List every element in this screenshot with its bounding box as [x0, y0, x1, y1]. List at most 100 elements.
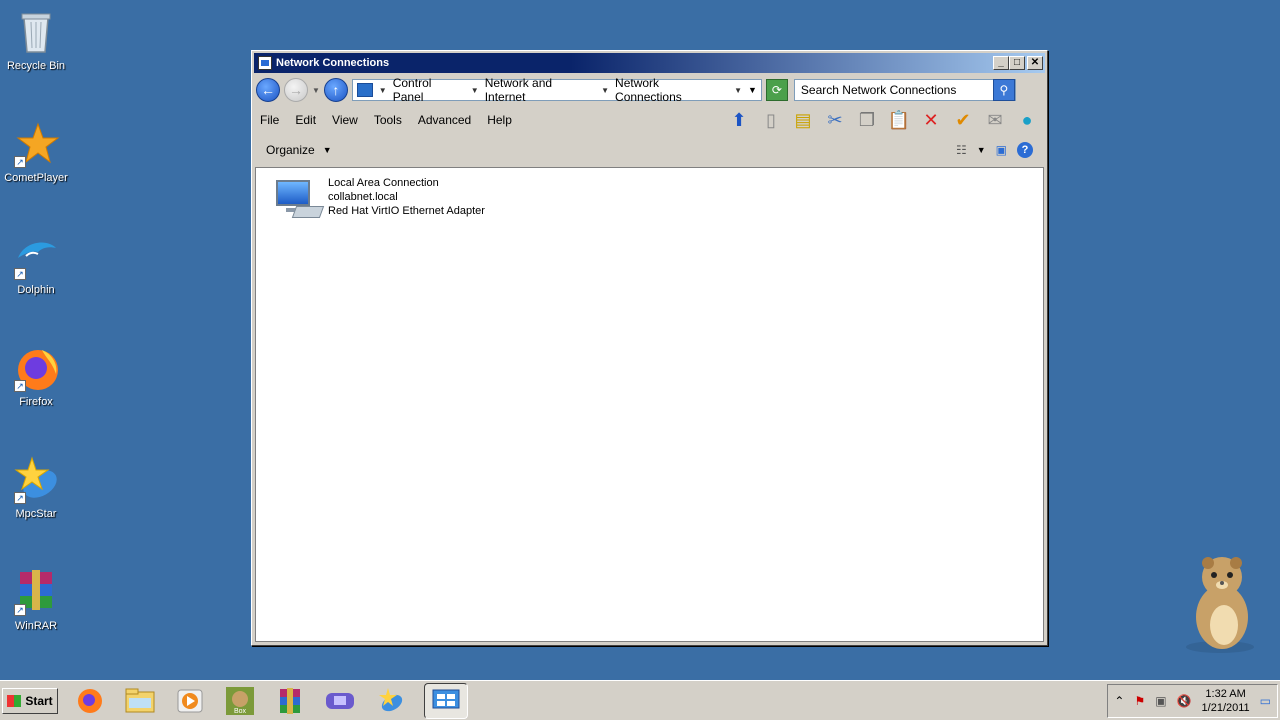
- network-status-icon[interactable]: ▣: [1155, 694, 1166, 708]
- globe-icon[interactable]: ●: [1015, 108, 1039, 132]
- menu-tools[interactable]: Tools: [374, 113, 402, 127]
- menu-advanced[interactable]: Advanced: [418, 113, 471, 127]
- dolphin-icon: ↗: [12, 232, 60, 280]
- back-button[interactable]: ←: [256, 78, 280, 102]
- volume-muted-icon[interactable]: 🔇: [1177, 694, 1192, 708]
- recycle-bin-icon: [12, 8, 60, 56]
- desktop-icon-label: WinRAR: [14, 620, 58, 632]
- menu-edit[interactable]: Edit: [295, 113, 316, 127]
- properties-check-icon[interactable]: ✔: [951, 108, 975, 132]
- connection-name: Local Area Connection: [328, 177, 439, 189]
- network-adapter-icon: [274, 176, 326, 224]
- menu-file[interactable]: File: [260, 113, 279, 127]
- control-panel-icon: [356, 83, 373, 97]
- winrar-icon: ↗: [12, 568, 60, 616]
- chevron-down-icon[interactable]: ▼: [379, 86, 387, 95]
- change-view-icon[interactable]: ☷: [956, 143, 967, 157]
- desktop-icon-label: MpcStar: [15, 508, 57, 520]
- organize-button[interactable]: Organize: [266, 143, 315, 157]
- maximize-button[interactable]: □: [1009, 56, 1025, 70]
- address-dropdown[interactable]: ▼: [748, 85, 757, 95]
- chevron-down-icon[interactable]: ▼: [601, 86, 609, 95]
- clock-time: 1:32 AM: [1205, 687, 1246, 700]
- menu-bar: File Edit View Tools Advanced Help ⬆ ▯ ▤…: [252, 105, 1047, 135]
- menu-help[interactable]: Help: [487, 113, 512, 127]
- desktop-icon-mpcstar[interactable]: ↗ MpcStar: [0, 456, 72, 520]
- show-hidden-icons-icon[interactable]: ⌃: [1114, 694, 1124, 708]
- desktop-icon-label: CometPlayer: [4, 172, 68, 184]
- start-button[interactable]: Start: [2, 687, 58, 714]
- folders-pane-icon[interactable]: ▯: [759, 108, 783, 132]
- desktop-icon-label: Recycle Bin: [6, 60, 66, 72]
- shortcut-arrow-icon: ↗: [14, 492, 26, 504]
- mpcstar-icon: ↗: [12, 456, 60, 504]
- search-placeholder: Search Network Connections: [800, 83, 957, 97]
- shortcut-arrow-icon: ↗: [14, 380, 26, 392]
- network-connections-taskbar-button[interactable]: [424, 682, 468, 719]
- breadcrumb-network-connections[interactable]: Network Connections: [615, 76, 728, 104]
- firefox-icon: ↗: [12, 344, 60, 392]
- taskbar: Start Box ⌃ ⚑ ▣ 🔇 1:32 AM 1/21/2011 ▭: [0, 680, 1280, 720]
- address-bar[interactable]: ▼ Control Panel ▼ Network and Internet ▼…: [351, 76, 762, 104]
- hamster-mascot[interactable]: [1180, 555, 1260, 655]
- desktop-icon-label: Dolphin: [17, 284, 55, 296]
- desktop-icon-cometplayer[interactable]: ↗ CometPlayer: [0, 120, 72, 184]
- connections-list: Local Area Connection collabnet.local Re…: [255, 167, 1044, 642]
- winrar-taskbar-icon[interactable]: [274, 685, 306, 717]
- desktop-icon-recycle-bin[interactable]: Recycle Bin: [0, 8, 72, 72]
- clock-date: 1/21/2011: [1201, 701, 1250, 714]
- action-center-flag-icon[interactable]: ⚑: [1134, 694, 1145, 708]
- connection-item[interactable]: Local Area Connection collabnet.local Re…: [274, 176, 485, 224]
- minimize-button[interactable]: _: [993, 56, 1009, 70]
- recent-pages-dropdown[interactable]: ▼: [312, 86, 320, 95]
- views-icon[interactable]: ▤: [791, 108, 815, 132]
- breadcrumb-network-and-internet[interactable]: Network and Internet: [485, 76, 595, 104]
- paste-icon[interactable]: 📋: [887, 108, 911, 132]
- network-connections-window: Network Connections _ □ ✕ ← → ▼ ↑ ▼ Cont…: [251, 50, 1048, 646]
- window-title: Network Connections: [276, 57, 390, 69]
- menu-view[interactable]: View: [332, 113, 358, 127]
- svg-text:Box: Box: [234, 708, 247, 715]
- connection-network: collabnet.local: [328, 191, 398, 203]
- breadcrumb-control-panel[interactable]: Control Panel: [393, 76, 465, 104]
- up-button[interactable]: ↑: [323, 78, 348, 102]
- windows-flag-icon: [7, 694, 22, 707]
- search-icon[interactable]: ⚲: [992, 79, 1015, 101]
- mpcstar-taskbar-icon[interactable]: [374, 685, 406, 717]
- desktop-icon-label: Firefox: [19, 396, 53, 408]
- window-icon: [258, 56, 272, 70]
- close-button[interactable]: ✕: [1027, 56, 1043, 70]
- clock[interactable]: 1:32 AM 1/21/2011: [1202, 687, 1250, 715]
- desktop-icon-winrar[interactable]: ↗ WinRAR: [0, 568, 72, 632]
- up-folder-icon[interactable]: ⬆: [727, 108, 751, 132]
- show-desktop-icon[interactable]: ▭: [1260, 694, 1271, 708]
- cut-icon[interactable]: ✂: [823, 108, 847, 132]
- star-comet-icon: ↗: [12, 120, 60, 168]
- shortcut-arrow-icon: ↗: [14, 604, 26, 616]
- chevron-down-icon[interactable]: ▼: [734, 86, 742, 95]
- system-tray: ⌃ ⚑ ▣ 🔇 1:32 AM 1/21/2011 ▭: [1107, 683, 1278, 718]
- email-icon[interactable]: ✉: [983, 108, 1007, 132]
- title-bar[interactable]: Network Connections _ □ ✕: [254, 53, 1045, 73]
- chevron-down-icon[interactable]: ▼: [323, 145, 332, 155]
- media-player-taskbar-icon[interactable]: [174, 685, 206, 717]
- sandbox-taskbar-icon[interactable]: Box: [224, 685, 256, 717]
- gameboy-taskbar-icon[interactable]: [324, 685, 356, 717]
- refresh-button[interactable]: ⟳: [765, 79, 788, 101]
- firefox-taskbar-icon[interactable]: [74, 685, 106, 717]
- chevron-down-icon[interactable]: ▼: [977, 145, 986, 155]
- desktop-icon-firefox[interactable]: ↗ Firefox: [0, 344, 72, 408]
- help-icon[interactable]: ?: [1017, 142, 1033, 158]
- explorer-taskbar-icon[interactable]: [124, 685, 156, 717]
- preview-pane-icon[interactable]: ▣: [996, 143, 1007, 157]
- chevron-down-icon[interactable]: ▼: [471, 86, 479, 95]
- forward-button[interactable]: →: [284, 78, 308, 102]
- command-bar: Organize ▼ ☷ ▼ ▣ ?: [252, 135, 1047, 165]
- shortcut-arrow-icon: ↗: [14, 156, 26, 168]
- copy-icon[interactable]: ❐: [855, 108, 879, 132]
- delete-icon[interactable]: ✕: [919, 108, 943, 132]
- search-input[interactable]: Search Network Connections ⚲: [793, 79, 1016, 101]
- desktop-icon-dolphin[interactable]: ↗ Dolphin: [0, 232, 72, 296]
- start-label: Start: [25, 693, 53, 708]
- address-row: ← → ▼ ↑ ▼ Control Panel ▼ Network and In…: [252, 75, 1047, 105]
